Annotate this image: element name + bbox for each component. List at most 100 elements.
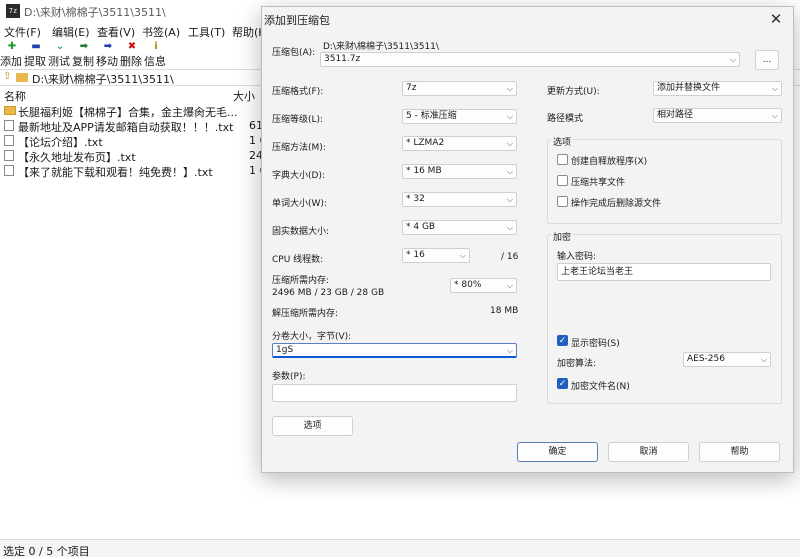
list-item[interactable]: 【论坛介绍】.txt 1 65 [0,133,274,149]
menu-view[interactable]: 查看(V) [97,24,135,40]
level-combo[interactable]: 5 - 标准压缩 ⌵ [402,109,517,124]
password-label: 输入密码: [557,252,597,262]
parameters-label: 参数(P): [272,372,306,382]
encrypt-names-label: 加密文件名(N) [571,382,630,392]
memory-value: 2496 MB / 23 GB / 28 GB [272,288,385,298]
window-title: D:\来财\棉棉子\3511\3511\ [24,6,166,19]
chevron-down-icon[interactable]: ⌵ [507,344,513,356]
column-name[interactable]: 名称 [4,88,26,104]
show-password-label: 显示密码(S) [571,339,620,349]
menu-bookmarks[interactable]: 书签(A) [142,24,180,40]
chevron-down-icon: ⌵ [771,84,778,93]
update-mode-label: 更新方式(U): [547,87,600,97]
copy-button[interactable]: ➡ 复制 [72,40,96,68]
cpu-threads-combo[interactable]: * 16 ⌵ [402,248,470,263]
path-text: D:\来财\棉棉子\3511\3511\ [32,73,174,86]
decompress-memory-value: 18 MB [490,306,519,316]
format-label: 压缩格式(F): [272,87,324,97]
options-button[interactable]: 选项 [272,416,353,436]
move-button[interactable]: ➡ 移动 [96,40,120,68]
column-size[interactable]: 大小 [233,88,255,104]
list-item[interactable]: 长腿福利姬【棉棉子】合集，金主爆肏无毛... [0,103,262,119]
chevron-down-icon: ⌵ [760,355,767,364]
password-input[interactable]: 上老王论坛当老王 [557,263,771,281]
menu-edit[interactable]: 编辑(E) [52,24,90,40]
menu-file[interactable]: 文件(F) [4,24,41,40]
text-file-icon [4,120,14,131]
sfx-label: 创建自释放程序(X) [571,157,648,167]
cancel-button[interactable]: 取消 [608,442,689,462]
delete-icon: ✖ [127,41,137,52]
dialog-titlebar: 添加到压缩包 ✕ [262,7,793,31]
delete-button[interactable]: ✖ 删除 [120,40,144,68]
update-mode-combo[interactable]: 添加并替换文件 ⌵ [653,81,782,96]
browse-button[interactable]: ... [755,50,779,70]
word-size-combo[interactable]: * 32 ⌵ [402,192,517,207]
level-label: 压缩等级(L): [272,115,324,125]
archive-dir: D:\来财\棉棉子\3511\3511\ [323,42,439,52]
word-size-label: 单词大小(W): [272,199,327,209]
folder-icon [16,73,28,82]
help-button[interactable]: 帮助 [699,442,780,462]
list-item[interactable]: 最新地址及APP请发邮箱自动获取！！！.txt 61 [0,118,263,134]
shared-files-label: 压缩共享文件 [571,178,626,188]
chevron-down-icon: ⌵ [506,84,513,93]
show-password-checkbox[interactable]: ✓ [557,335,568,346]
solid-size-combo[interactable]: * 4 GB ⌵ [402,220,517,235]
chevron-down-icon: ⌵ [506,139,513,148]
menu-tools[interactable]: 工具(T) [188,24,225,40]
extract-button[interactable]: ▬ 提取 [24,40,48,68]
add-to-archive-dialog: 添加到压缩包 ✕ 压缩包(A): D:\来财\棉棉子\3511\3511\ 35… [261,6,794,473]
shared-files-checkbox[interactable] [557,175,568,186]
text-file-icon [4,150,14,161]
7zip-app-icon: 7z [6,4,20,18]
split-size-label: 分卷大小，字节(V): [272,332,352,342]
text-file-icon [4,165,14,176]
decompress-memory-label: 解压缩所需内存: [272,309,339,319]
up-folder-icon[interactable]: ⇧ [3,71,11,82]
test-button[interactable]: ⌄ 测试 [48,40,72,68]
delete-after-checkbox[interactable] [557,196,568,207]
split-size-combo[interactable]: 1gS ⌵ [272,343,517,358]
add-button[interactable]: ✚ 添加 [0,40,24,68]
parameters-input[interactable] [272,384,517,402]
cpu-threads-label: CPU 线程数: [272,255,324,265]
chevron-down-icon: ⌵ [506,223,513,232]
chevron-down-icon: ⌵ [506,281,513,290]
delete-after-label: 操作完成后删除源文件 [571,199,662,209]
info-icon: i [154,41,158,52]
test-icon: ⌄ [55,41,65,52]
encryption-group-title: 加密 [551,230,574,243]
archive-name-combo[interactable]: 3511.7z ⌵ [320,52,740,67]
dictionary-combo[interactable]: * 16 MB ⌵ [402,164,517,179]
memory-label: 压缩所需内存: [272,276,330,286]
archive-label: 压缩包(A): [272,48,316,58]
dictionary-label: 字典大小(D): [272,171,325,181]
chevron-down-icon[interactable]: ⌵ [730,53,736,66]
method-label: 压缩方法(M): [272,143,326,153]
memory-percent-combo[interactable]: * 80% ⌵ [450,278,517,293]
info-button[interactable]: i 信息 [144,40,168,68]
ok-button[interactable]: 确定 [517,442,598,462]
chevron-down-icon: ⌵ [771,111,778,120]
list-item[interactable]: 【永久地址发布页】.txt 24 [0,148,263,164]
encrypt-names-checkbox[interactable]: ✓ [557,378,568,389]
close-icon[interactable]: ✕ [767,10,785,28]
sfx-checkbox[interactable] [557,154,568,165]
folder-icon [4,106,16,115]
path-mode-combo[interactable]: 相对路径 ⌵ [653,108,782,123]
method-combo[interactable]: * LZMA2 ⌵ [402,136,517,151]
status-bar: 选定 0 / 5 个项目 [0,539,800,558]
encryption-method-combo[interactable]: AES-256 ⌵ [683,352,771,367]
cpu-threads-total: / 16 [501,252,519,262]
chevron-down-icon: ⌵ [506,167,513,176]
solid-size-label: 固实数据大小: [272,227,330,237]
options-group-title: 选项 [551,135,574,148]
format-combo[interactable]: 7z ⌵ [402,81,517,96]
move-icon: ➡ [103,41,113,52]
path-mode-label: 路径模式 [547,114,584,124]
copy-icon: ➡ [79,41,89,52]
list-item[interactable]: 【来了就能下载和观看！纯免费！】.txt 1 66 [0,163,274,179]
add-icon: ✚ [7,41,17,52]
encryption-method-label: 加密算法: [557,359,597,369]
